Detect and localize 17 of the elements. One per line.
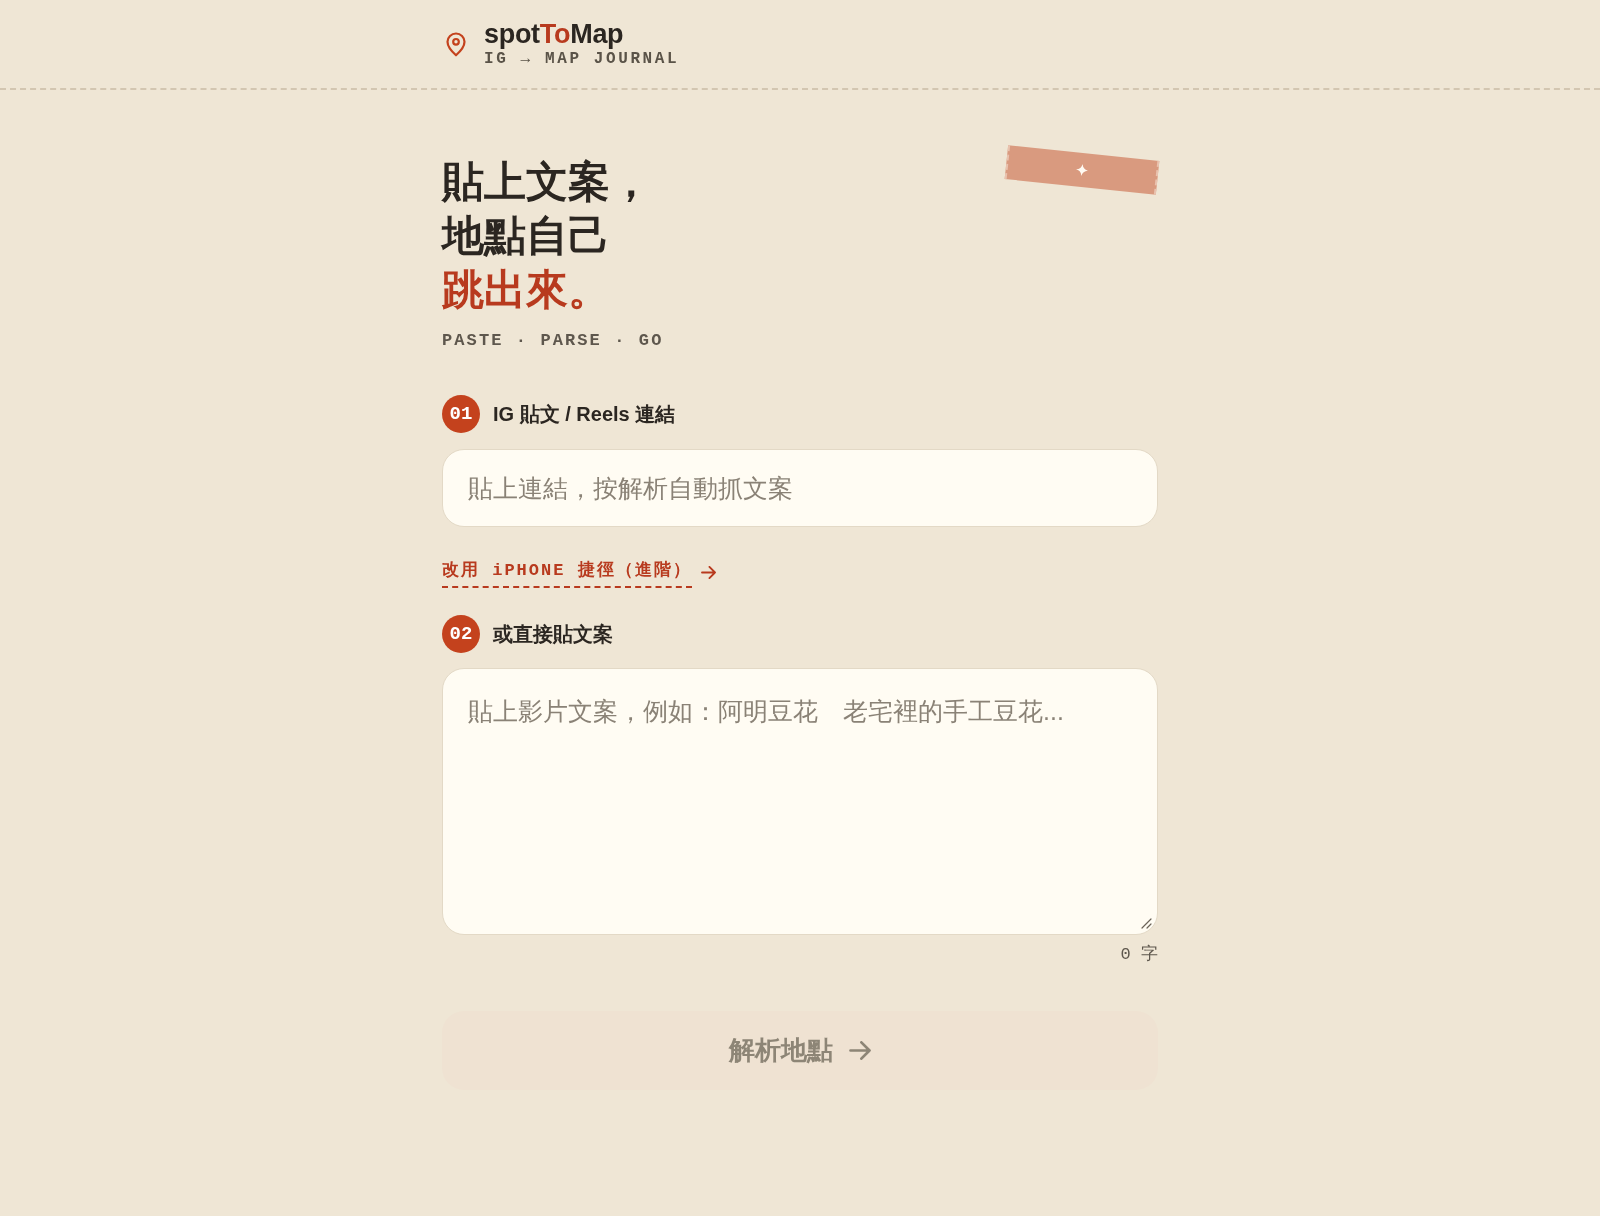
step-label: IG 貼文 / Reels 連結 xyxy=(493,402,676,427)
character-count: 0 字 xyxy=(1119,944,1158,966)
sparkle-icon xyxy=(1075,163,1089,177)
headline: 貼上文案， 地點自己 跳出來。 xyxy=(442,157,653,315)
tagline: IG → MAP JOURNAL xyxy=(484,49,680,69)
resize-handle-icon[interactable] xyxy=(1141,918,1152,929)
caption-textarea[interactable]: 貼上影片文案，例如：阿明豆花 老宅裡的手工豆花... xyxy=(442,668,1158,935)
link-input-field[interactable]: 貼上連結，按解析自動抓文案 xyxy=(442,449,1158,527)
arrow-right-icon xyxy=(700,565,716,579)
map-pin-icon xyxy=(446,31,466,57)
brand-title: spotToMap xyxy=(484,19,625,49)
step-number: 01 xyxy=(442,395,480,433)
subtitle: PASTE · PARSE · GO xyxy=(442,330,664,352)
arrow-right-icon xyxy=(849,1041,871,1060)
step-number: 02 xyxy=(442,615,480,653)
step-label: 或直接貼文案 xyxy=(493,622,613,647)
iphone-shortcut-link[interactable]: 改用 iPHONE 捷徑（進階） xyxy=(442,560,716,588)
